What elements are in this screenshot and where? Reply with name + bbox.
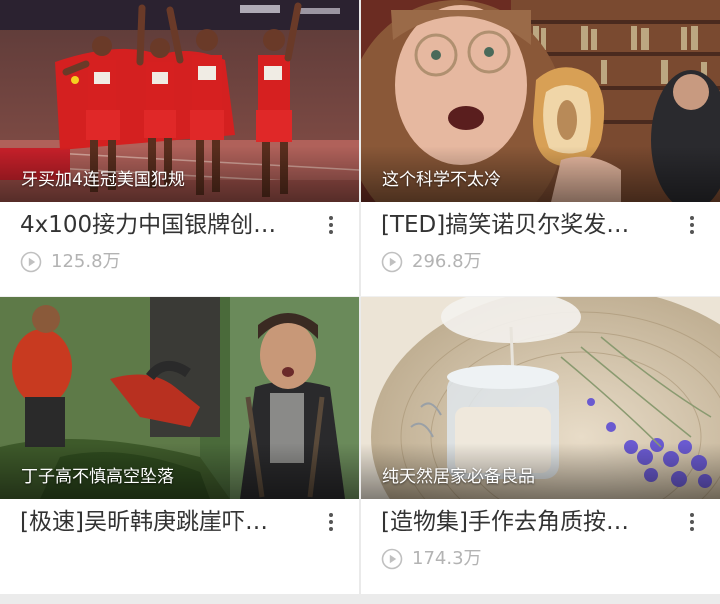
- video-caption: 纯天然居家必备良品: [382, 467, 535, 487]
- play-circle-icon: [381, 548, 403, 570]
- play-circle-icon: [381, 251, 403, 273]
- video-caption: 这个科学不太冷: [382, 170, 501, 190]
- more-vertical-icon[interactable]: [323, 510, 339, 534]
- video-card[interactable]: 丁子高不慎高空坠落 [极速]吴昕韩庚跳崖吓…: [0, 297, 359, 594]
- view-count: 125.8万: [51, 251, 121, 272]
- play-circle-icon: [20, 251, 42, 273]
- video-card[interactable]: 这个科学不太冷 [TED]搞笑诺贝尔奖发… 296.8万: [361, 0, 720, 297]
- video-card[interactable]: 纯天然居家必备良品 [造物集]手作去角质按… 174.3万: [361, 297, 720, 594]
- video-meta: 125.8万: [20, 250, 121, 274]
- video-feed-grid: 牙买加4连冠美国犯规 4x100接力中国银牌创… 125.8万 这个科学不太冷 …: [0, 0, 720, 604]
- video-title[interactable]: 4x100接力中国银牌创…: [20, 210, 300, 240]
- view-count: 296.8万: [412, 251, 482, 272]
- video-title[interactable]: [造物集]手作去角质按…: [381, 507, 661, 537]
- more-vertical-icon[interactable]: [323, 213, 339, 237]
- video-title[interactable]: [TED]搞笑诺贝尔奖发…: [381, 210, 661, 240]
- more-vertical-icon[interactable]: [684, 213, 700, 237]
- bottom-divider: [0, 594, 720, 604]
- video-card[interactable]: 牙买加4连冠美国犯规 4x100接力中国银牌创… 125.8万: [0, 0, 359, 297]
- video-caption: 牙买加4连冠美国犯规: [21, 170, 185, 190]
- video-caption: 丁子高不慎高空坠落: [21, 467, 174, 487]
- video-thumbnail[interactable]: 牙买加4连冠美国犯规: [0, 0, 359, 202]
- video-thumbnail[interactable]: 这个科学不太冷: [361, 0, 720, 202]
- video-thumbnail[interactable]: 纯天然居家必备良品: [361, 297, 720, 499]
- more-vertical-icon[interactable]: [684, 510, 700, 534]
- video-meta: 174.3万: [381, 547, 482, 571]
- view-count: 174.3万: [412, 548, 482, 569]
- column-divider: [359, 0, 361, 604]
- video-thumbnail[interactable]: 丁子高不慎高空坠落: [0, 297, 359, 499]
- video-title[interactable]: [极速]吴昕韩庚跳崖吓…: [20, 507, 300, 537]
- row-divider: [0, 296, 720, 297]
- video-meta: 296.8万: [381, 250, 482, 274]
